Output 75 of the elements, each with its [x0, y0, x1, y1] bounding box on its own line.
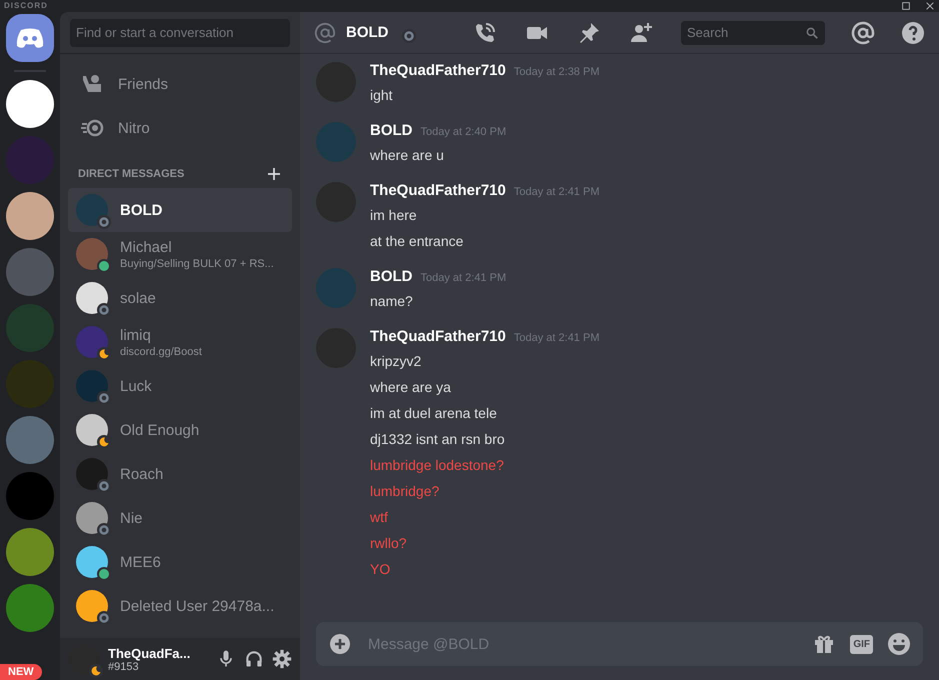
maximize-icon[interactable]	[901, 1, 911, 11]
dm-item[interactable]: Old Enough	[68, 408, 292, 452]
dm-name: MEE6	[120, 552, 161, 572]
smiley-face-icon[interactable]	[887, 632, 911, 656]
dm-status-text: discord.gg/Boost	[120, 344, 202, 358]
settings-icon[interactable]	[272, 649, 292, 669]
add-friend-icon[interactable]	[629, 20, 653, 44]
gif-button[interactable]: GIF	[850, 634, 873, 654]
message-text: wtf	[370, 508, 389, 527]
dm-name: Deleted User 29478a...	[120, 596, 274, 616]
user-name: TheQuadFa...	[108, 646, 192, 660]
message-author[interactable]: BOLD	[370, 122, 412, 139]
server-icon[interactable]	[6, 80, 54, 128]
phone-call-icon[interactable]	[473, 20, 497, 44]
plus-icon[interactable]	[266, 166, 282, 182]
friends-link[interactable]: Friends	[68, 62, 292, 106]
dm-name: BOLD	[120, 200, 162, 220]
dm-item[interactable]: solae	[68, 276, 292, 320]
message-text: ight	[370, 86, 394, 105]
message-timestamp: Today at 2:41 PM	[514, 186, 600, 198]
dm-name: solae	[120, 288, 156, 308]
message-text: dj1332 isnt an rsn bro	[370, 430, 506, 449]
dm-item[interactable]: BOLD	[68, 188, 292, 232]
message-text: YO	[370, 560, 392, 579]
message-text: where are ya	[370, 378, 452, 397]
search-field[interactable]: Search	[681, 20, 825, 44]
app-title: DISCORD	[4, 1, 48, 11]
dm-item[interactable]: Nie	[68, 496, 292, 540]
message-timestamp: Today at 2:38 PM	[514, 66, 600, 78]
message-timestamp: Today at 2:41 PM	[514, 332, 600, 344]
dm-item[interactable]: Michael Buying/Selling BULK 07 + RS...	[68, 232, 292, 276]
dm-name: Old Enough	[120, 420, 200, 440]
message-text: at the entrance	[370, 232, 464, 251]
dm-status-text: Buying/Selling BULK 07 + RS...	[120, 256, 274, 270]
dm-item[interactable]: Roach	[68, 452, 292, 496]
message-author[interactable]: BOLD	[370, 268, 412, 285]
search-field[interactable]: Find or start a conversation	[70, 18, 290, 46]
dm-name: Roach	[120, 464, 164, 484]
help-icon[interactable]	[901, 20, 925, 44]
dm-name: Luck	[120, 376, 152, 396]
message-text: kripzyv2	[370, 352, 422, 371]
mentions-icon[interactable]	[851, 20, 875, 44]
message-text: where are u	[370, 146, 445, 165]
controller-logo-icon	[15, 27, 45, 49]
dm-name: limiq	[120, 326, 152, 344]
message-author[interactable]: TheQuadFather710	[370, 328, 506, 345]
user-tag: #9153	[108, 660, 208, 672]
message-text: lumbridge lodestone?	[370, 456, 505, 475]
search-icon	[805, 26, 819, 40]
message-text: name?	[370, 292, 414, 311]
message-text: im at duel arena tele	[370, 404, 498, 423]
section-heading: DIRECT MESSAGES	[78, 168, 184, 180]
headphones-icon[interactable]	[244, 649, 264, 669]
dm-name: Nie	[120, 508, 143, 528]
message-author[interactable]: TheQuadFather710	[370, 62, 506, 79]
channel-name: BOLD	[346, 24, 388, 41]
dm-item[interactable]: Luck	[68, 364, 292, 408]
dm-name: Michael	[120, 238, 173, 256]
new-badge: NEW	[0, 664, 42, 680]
dm-item[interactable]: Deleted User 29478a...	[68, 584, 292, 628]
server-icon[interactable]	[6, 192, 54, 240]
message-author[interactable]: TheQuadFather710	[370, 182, 506, 199]
message-text: im here	[370, 206, 418, 225]
user-avatar[interactable]	[68, 643, 100, 675]
message-timestamp: Today at 2:41 PM	[420, 272, 506, 284]
home-button[interactable]	[6, 14, 54, 62]
message-text: lumbridge?	[370, 482, 440, 501]
dm-item[interactable]: MEE6	[68, 540, 292, 584]
nitro-link[interactable]: Nitro	[68, 106, 292, 150]
message-text: rwllo?	[370, 534, 408, 553]
close-icon[interactable]	[925, 1, 935, 11]
add-attachment-icon[interactable]	[328, 632, 352, 656]
at-sign-icon	[314, 22, 336, 44]
dm-item[interactable]: limiq discord.gg/Boost	[68, 320, 292, 364]
message-timestamp: Today at 2:40 PM	[420, 126, 506, 138]
